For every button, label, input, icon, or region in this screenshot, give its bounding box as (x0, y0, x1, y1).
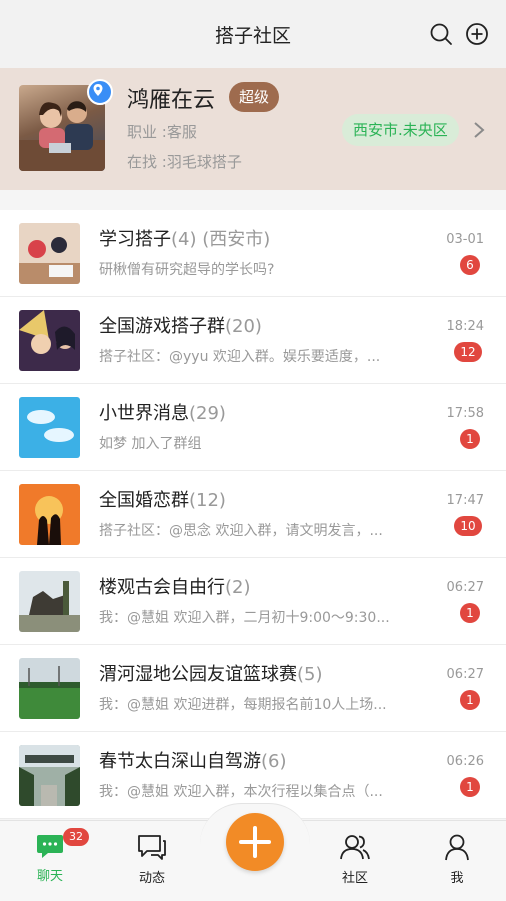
chat-preview: 我：@慧姐 欢迎入群，二月初十9:00～9:30... (99, 610, 390, 626)
unread-badge: 1 (460, 603, 480, 623)
add-circle-icon[interactable] (465, 22, 489, 46)
unread-badge: 12 (454, 342, 482, 362)
chat-row-study[interactable]: 学习搭子(4) (西安市) 研楸僧有研究超导的学长吗? 03-01 6 (0, 210, 506, 297)
group-avatar (19, 310, 80, 371)
chat-row-game[interactable]: 全国游戏搭子群(20) 搭子社区：@yyu 欢迎入群。娱乐要适度，... 18:… (0, 297, 506, 384)
chat-preview: 如梦 加入了群组 (99, 436, 202, 452)
chat-preview: 我：@慧姐 欢迎进群，每期报名前10人上场... (99, 697, 387, 713)
chat-title: 楼观古会自由行 (99, 577, 225, 598)
chat-count: (29) (189, 403, 226, 424)
chat-title: 学习搭子 (99, 229, 171, 250)
group-avatar (19, 658, 80, 719)
bottom-tab-bar: 聊天 32 动态 社区 我 (0, 803, 506, 901)
chat-time: 03-01 (446, 232, 484, 247)
unread-badge: 1 (460, 777, 480, 797)
region-tag[interactable]: 西安市.未央区 (342, 114, 459, 146)
unread-badge: 6 (460, 255, 480, 275)
group-avatar (19, 223, 80, 284)
group-avatar (19, 571, 80, 632)
chat-title: 全国游戏搭子群 (99, 316, 225, 337)
chat-title: 小世界消息 (99, 403, 189, 424)
chat-bubble-icon (37, 835, 63, 858)
profile-name: 鸿雁在云 (127, 88, 216, 113)
chevron-right-icon[interactable] (472, 120, 486, 140)
chat-count: (2) (225, 577, 251, 598)
tab-chat-label: 聊天 (36, 869, 63, 884)
chat-time: 06:26 (446, 754, 484, 769)
chat-time: 06:27 (446, 667, 484, 682)
profile-job: 职业 :客服 (127, 123, 197, 141)
chat-time: 17:47 (446, 493, 484, 508)
group-avatar (19, 484, 80, 545)
chat-time: 17:58 (446, 406, 484, 421)
chat-preview: 搭子社区：@yyu 欢迎入群。娱乐要适度，... (99, 349, 381, 365)
tab-me-label: 我 (450, 871, 464, 886)
chat-tab-badge: 32 (63, 828, 89, 846)
tab-me[interactable]: 我 (427, 833, 487, 886)
chat-count: (5) (297, 664, 323, 685)
unread-badge: 10 (454, 516, 482, 536)
level-badge: 超级 (229, 82, 280, 112)
plus-icon (239, 826, 271, 858)
chat-count: (20) (225, 316, 262, 337)
chat-preview: 我：@慧姐 欢迎入群，本次行程以集合点（... (99, 784, 383, 800)
chat-title: 全国婚恋群 (99, 490, 189, 511)
unread-badge: 1 (460, 690, 480, 710)
chat-count: (6) (261, 751, 287, 772)
tab-moments-label: 动态 (138, 871, 165, 886)
chat-row-louguan[interactable]: 楼观古会自由行(2) 我：@慧姐 欢迎入群，二月初十9:00～9:30... 0… (0, 558, 506, 645)
chat-count: (12) (189, 490, 226, 511)
group-avatar (19, 745, 80, 806)
chat-list: 学习搭子(4) (西安市) 研楸僧有研究超导的学长吗? 03-01 6 全国游戏… (0, 210, 506, 819)
tab-moments[interactable]: 动态 (122, 833, 182, 886)
chat-row-world[interactable]: 小世界消息(29) 如梦 加入了群组 17:58 1 (0, 384, 506, 471)
tab-community-label: 社区 (341, 871, 368, 886)
avatar[interactable] (19, 79, 113, 171)
chat-title: 渭河湿地公园友谊篮球赛 (99, 664, 297, 685)
chat-row-basketball[interactable]: 渭河湿地公园友谊篮球赛(5) 我：@慧姐 欢迎进群，每期报名前10人上场... … (0, 645, 506, 732)
unread-badge: 1 (460, 429, 480, 449)
user-icon (445, 834, 469, 861)
moments-icon (138, 835, 166, 860)
location-pin-icon (87, 79, 113, 105)
profile-seeking: 在找 :羽毛球搭子 (127, 153, 242, 171)
create-button[interactable] (226, 813, 284, 871)
chat-time: 18:24 (446, 319, 484, 334)
chat-preview: 研楸僧有研究超导的学长吗? (99, 262, 275, 278)
tab-community[interactable]: 社区 (325, 833, 385, 886)
community-icon (340, 835, 370, 860)
page-title: 搭子社区 (214, 24, 291, 47)
top-bar: 搭子社区 (0, 0, 506, 68)
search-icon[interactable] (429, 22, 453, 46)
chat-title: 春节太白深山自驾游 (99, 751, 261, 772)
chat-row-dating[interactable]: 全国婚恋群(12) 搭子社区：@思念 欢迎入群，请文明发言，... 17:47 … (0, 471, 506, 558)
chat-preview: 搭子社区：@思念 欢迎入群，请文明发言，... (99, 523, 383, 539)
group-avatar (19, 397, 80, 458)
chat-time: 06:27 (446, 580, 484, 595)
chat-count: (4) (西安市) (171, 229, 271, 250)
